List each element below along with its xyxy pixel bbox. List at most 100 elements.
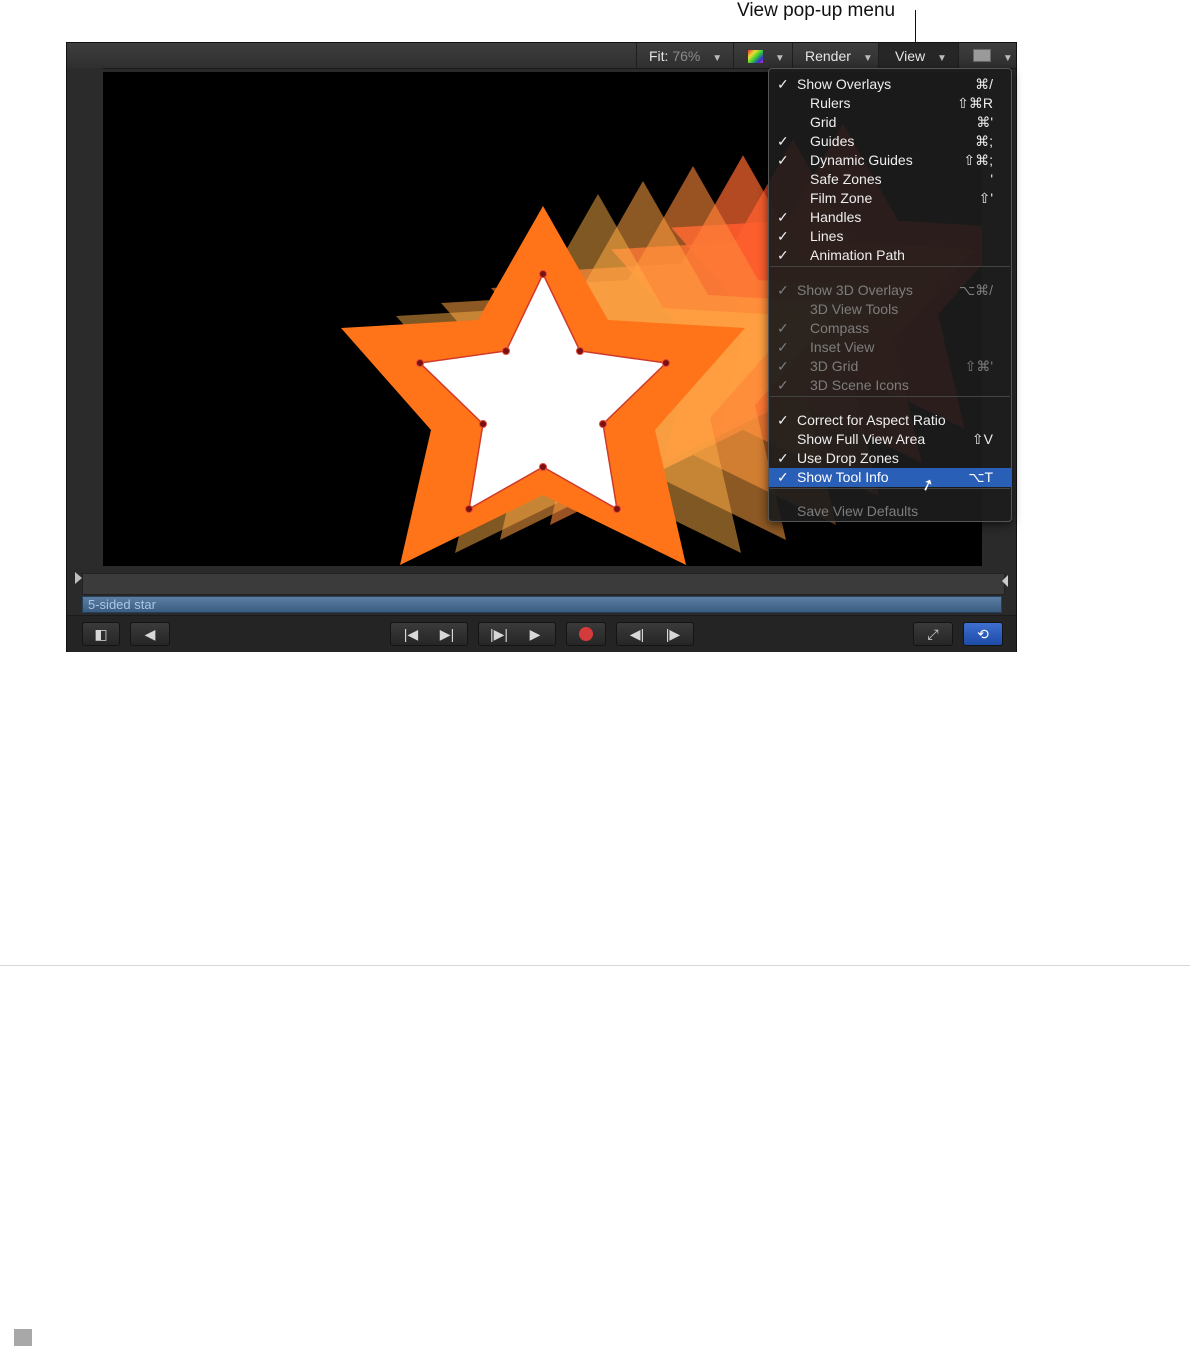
control-point-handle[interactable]	[465, 505, 473, 513]
page-marker	[14, 1329, 32, 1346]
menu-item[interactable]: ✓ Show Overlays ⌘/	[769, 75, 1011, 94]
chevron-down-icon: ▼	[862, 53, 873, 64]
view-popup[interactable]: View ▼	[878, 43, 958, 68]
menu-item: ✓ 3D Scene Icons	[769, 376, 1011, 395]
menu-item-shortcut: ⇧⌘R	[957, 95, 993, 111]
menu-item-shortcut: ⌥⌘/	[958, 282, 993, 298]
chevron-down-icon: ▼	[712, 53, 723, 64]
speaker-icon: ◀	[144, 626, 156, 642]
menu-item-label: Safe Zones	[810, 171, 882, 187]
previous-frame-icon[interactable]: ◀|	[619, 623, 655, 645]
layers-button[interactable]: ◧	[82, 622, 120, 646]
mini-timeline-ruler[interactable]	[82, 573, 1005, 595]
control-point-handle[interactable]	[576, 347, 584, 355]
menu-item-label: Guides	[810, 133, 855, 149]
menu-item: Save View Defaults	[769, 502, 1011, 521]
menu-item[interactable]: ✓ Handles	[769, 208, 1011, 227]
playhead[interactable]	[75, 572, 82, 584]
menu-item[interactable]: ✓ Lines	[769, 227, 1011, 246]
audio-button[interactable]: ◀	[130, 622, 170, 646]
menu-separator	[770, 266, 1010, 267]
control-point-handle[interactable]	[479, 420, 487, 428]
menu-item[interactable]: ✓ Show Tool Info ⌥T ➚	[769, 468, 1011, 496]
fullscreen-button[interactable]: ⤢	[913, 622, 953, 646]
checkmark-icon: ✓	[777, 247, 789, 263]
menu-item[interactable]: Rulers ⇧⌘R	[769, 94, 1011, 113]
chevron-down-icon: ▼	[774, 53, 785, 64]
canvas-viewer: Fit: 76% ▼ ▼ Render ▼ View ▼ ▼ ✓ Show Ov…	[66, 42, 1017, 652]
control-point-handle[interactable]	[539, 270, 547, 278]
control-point-handle[interactable]	[662, 359, 670, 367]
record-button[interactable]	[566, 622, 606, 646]
view-layout-popup[interactable]: ▼	[958, 43, 1016, 68]
checkmark-icon: ✓	[777, 76, 789, 92]
menu-item[interactable]: Show Full View Area ⇧V	[769, 430, 1011, 449]
menu-item[interactable]: Film Zone ⇧'	[769, 189, 1011, 208]
play-icon[interactable]: ▶	[517, 623, 553, 645]
menu-item[interactable]: ✓ Animation Path	[769, 246, 1011, 265]
next-frame-icon[interactable]: |▶	[655, 623, 691, 645]
timeline-track-bar[interactable]: 5-sided star	[82, 596, 1002, 613]
render-popup[interactable]: Render ▼	[792, 43, 878, 68]
menu-item: ✓ 3D Grid ⇧⌘'	[769, 357, 1011, 376]
menu-item-label: Correct for Aspect Ratio	[797, 412, 946, 428]
menu-item-shortcut: ⌘/	[975, 76, 993, 92]
menu-item-label: Handles	[810, 209, 862, 225]
record-icon	[579, 627, 593, 641]
menu-item-shortcut: ⇧⌘'	[964, 358, 993, 374]
control-point-handle[interactable]	[416, 359, 424, 367]
play-buttons: |▶| ▶	[478, 622, 556, 646]
checkmark-icon: ✓	[777, 450, 789, 466]
fullscreen-icon: ⤢	[927, 626, 939, 642]
menu-item-shortcut: ⇧⌘;	[963, 152, 993, 168]
color-channels-icon	[748, 50, 763, 63]
menu-item-shortcut: ⇧'	[978, 190, 993, 206]
menu-item-label: Film Zone	[810, 190, 873, 206]
menu-item[interactable]: Grid ⌘'	[769, 113, 1011, 132]
control-point-handle[interactable]	[599, 420, 607, 428]
menu-separator	[770, 488, 1010, 489]
checkmark-icon: ✓	[777, 282, 789, 298]
loop-button[interactable]: ⟲	[963, 622, 1003, 646]
go-to-end-icon[interactable]: ▶|	[429, 623, 465, 645]
checkmark-icon: ✓	[777, 228, 789, 244]
menu-item[interactable]: Safe Zones '	[769, 170, 1011, 189]
menu-item-label: Save View Defaults	[797, 503, 919, 519]
menu-item-label: Use Drop Zones	[797, 450, 899, 466]
menu-item-label: Show Overlays	[797, 76, 892, 92]
chevron-down-icon: ▼	[1002, 53, 1013, 64]
layers-icon: ◧	[94, 626, 108, 642]
go-start-end-buttons: |◀ ▶|	[390, 622, 468, 646]
menu-item[interactable]: ✓ Use Drop Zones	[769, 449, 1011, 468]
control-point-handle[interactable]	[613, 505, 621, 513]
control-point-handle[interactable]	[539, 463, 547, 471]
menu-item-label: Show 3D Overlays	[797, 282, 913, 298]
menu-item-shortcut: '	[990, 171, 993, 187]
menu-item-label: Show Full View Area	[797, 431, 926, 447]
fit-value: 76%	[672, 48, 701, 64]
menu-item: ✓ Show 3D Overlays ⌥⌘/	[769, 281, 1011, 300]
checkmark-icon: ✓	[777, 377, 789, 393]
menu-item-label: Rulers	[810, 95, 851, 111]
control-point-handle[interactable]	[502, 347, 510, 355]
viewer-toolbar: Fit: 76% ▼ ▼ Render ▼ View ▼ ▼	[67, 43, 1016, 69]
transport-controls: ◧ ◀ |◀ ▶| |▶| ▶ ◀| |▶ ⤢ ⟲	[67, 615, 1016, 652]
menu-item-label: Grid	[810, 114, 837, 130]
view-popup-menu: ✓ Show Overlays ⌘/ Rulers ⇧⌘R Grid ⌘' ✓ Guides ⌘;…	[768, 68, 1012, 522]
play-from-start-icon[interactable]: |▶|	[481, 623, 517, 645]
menu-item[interactable]: ✓ Correct for Aspect Ratio	[769, 411, 1011, 430]
go-to-start-icon[interactable]: |◀	[393, 623, 429, 645]
channels-popup[interactable]: ▼	[733, 43, 792, 68]
menu-item-label: Inset View	[810, 339, 875, 355]
menu-item-label: Compass	[810, 320, 870, 336]
menu-item-shortcut: ⇧V	[971, 431, 993, 447]
track-label: 5-sided star	[88, 597, 156, 612]
menu-item[interactable]: ✓ Guides ⌘;	[769, 132, 1011, 151]
fit-zoom-popup[interactable]: Fit: 76% ▼	[636, 43, 733, 68]
checkmark-icon: ✓	[777, 209, 789, 225]
menu-item-label: 3D View Tools	[810, 301, 899, 317]
menu-item-label: Show Tool Info	[797, 469, 889, 485]
out-point-marker[interactable]	[1002, 575, 1008, 587]
checkmark-icon: ✓	[777, 412, 789, 428]
menu-item[interactable]: ✓ Dynamic Guides ⇧⌘;	[769, 151, 1011, 170]
